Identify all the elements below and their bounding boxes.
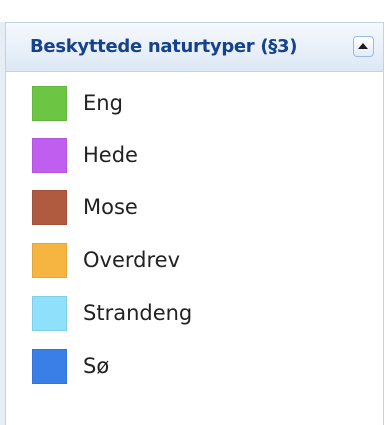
legend-item-overdrev: Overdrev: [6, 240, 383, 280]
legend-label-eng: Eng: [83, 91, 123, 115]
collapse-button[interactable]: [353, 36, 374, 57]
legend-label-strandeng: Strandeng: [83, 301, 193, 325]
legend-title: Beskyttede naturtyper (§3): [30, 36, 298, 57]
legend-label-hede: Hede: [83, 143, 138, 167]
legend-item-strandeng: Strandeng: [6, 293, 383, 333]
swatch-eng: [32, 86, 67, 121]
legend-item-mose: Mose: [6, 187, 383, 227]
legend-label-overdrev: Overdrev: [83, 248, 180, 272]
legend-item-so: Sø: [6, 346, 383, 386]
legend-header[interactable]: Beskyttede naturtyper (§3): [6, 22, 383, 72]
swatch-overdrev: [32, 243, 67, 278]
swatch-hede: [32, 138, 67, 173]
top-strip: [0, 0, 387, 22]
legend-label-mose: Mose: [83, 195, 138, 219]
legend-label-so: Sø: [83, 354, 110, 378]
caret-up-icon: [358, 43, 368, 49]
legend-item-hede: Hede: [6, 135, 383, 175]
swatch-so: [32, 349, 67, 384]
legend-panel: Beskyttede naturtyper (§3) Eng Hede Mose…: [5, 22, 384, 425]
legend-item-eng: Eng: [6, 83, 383, 123]
swatch-strandeng: [32, 296, 67, 331]
swatch-mose: [32, 190, 67, 225]
